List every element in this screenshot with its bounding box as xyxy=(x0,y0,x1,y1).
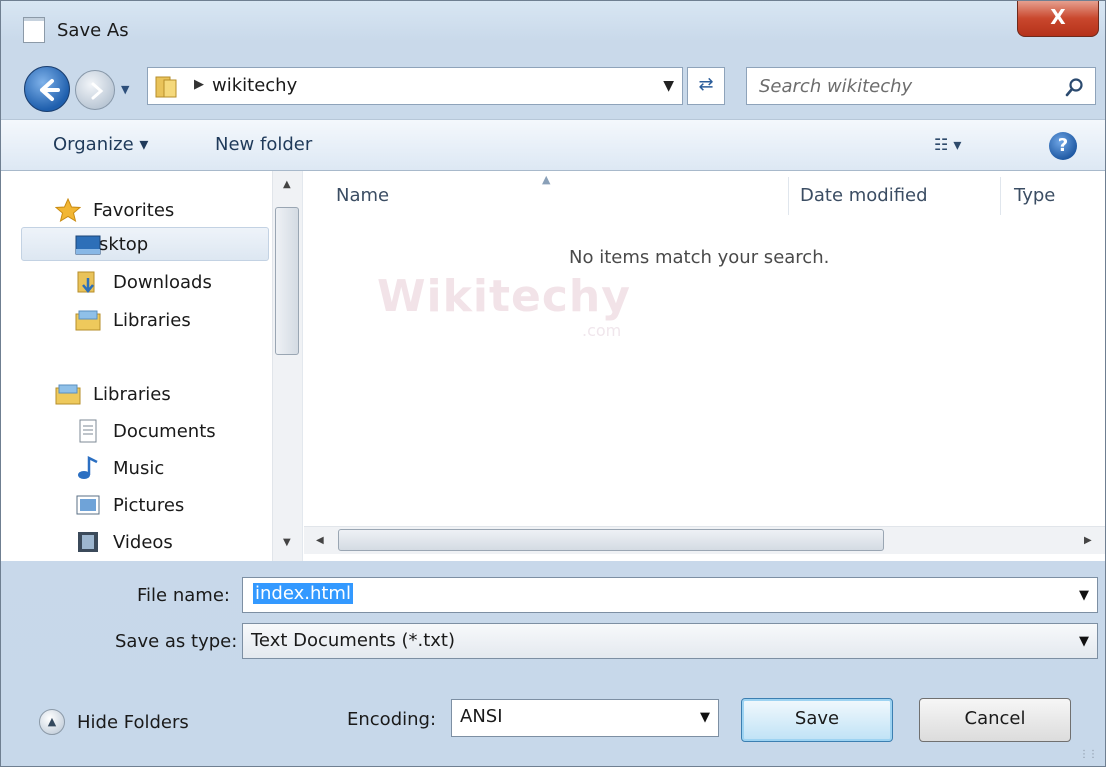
file-list-pane: ▲ Name Date modified Type No items match… xyxy=(304,171,1105,561)
nav-pictures[interactable]: Pictures xyxy=(75,488,184,522)
help-icon[interactable]: ? xyxy=(1049,132,1077,160)
nav-desktop[interactable]: Desktop xyxy=(21,227,269,261)
nav-downloads[interactable]: Downloads xyxy=(75,265,212,299)
search-input[interactable]: Search wikitechy xyxy=(746,67,1096,105)
sort-indicator-icon: ▲ xyxy=(542,173,551,186)
libraries-icon xyxy=(75,310,101,331)
nav-videos[interactable]: Videos xyxy=(75,525,173,559)
folder-icon xyxy=(155,76,177,98)
chevron-down-icon[interactable]: ▼ xyxy=(700,710,710,725)
arrow-left-icon xyxy=(40,79,60,101)
save-as-dialog: Save As X ▼ ▶ wikitechy ▼ ⇄ Search wikit… xyxy=(0,0,1106,767)
column-divider[interactable] xyxy=(788,177,789,215)
column-date-modified[interactable]: Date modified xyxy=(800,185,928,206)
command-toolbar: Organize ▾ New folder ☷ ▾ ? xyxy=(1,119,1105,171)
watermark-suffix: .com xyxy=(582,321,622,340)
refresh-icon: ⇄ xyxy=(698,74,714,95)
arrow-right-icon xyxy=(91,82,104,100)
encoding-select[interactable]: ANSI ▼ xyxy=(451,699,719,737)
column-divider[interactable] xyxy=(1000,177,1001,215)
close-button[interactable]: X xyxy=(1017,1,1099,37)
nav-documents[interactable]: Documents xyxy=(75,414,216,448)
back-button[interactable] xyxy=(24,66,70,112)
encoding-label: Encoding: xyxy=(347,709,437,730)
nav-libraries-fav-label: Libraries xyxy=(113,309,191,331)
hide-folders-button[interactable]: ▲ Hide Folders xyxy=(39,707,189,737)
downloads-folder-icon xyxy=(77,271,95,293)
videos-icon xyxy=(78,532,98,552)
nav-favorites-label: Favorites xyxy=(93,199,175,221)
window-title: Save As xyxy=(57,20,129,41)
star-icon xyxy=(55,198,81,222)
hide-folders-label: Hide Folders xyxy=(77,711,189,733)
organize-button[interactable]: Organize ▾ xyxy=(53,134,148,155)
scroll-left-icon[interactable]: ◀ xyxy=(316,535,324,546)
navigation-pane: Favorites Desktop Downloads Libraries Li… xyxy=(1,171,303,561)
watermark-logo: Wikitechy xyxy=(377,271,631,322)
documents-icon xyxy=(79,419,97,443)
libraries-icon xyxy=(55,384,81,405)
nav-downloads-label: Downloads xyxy=(113,271,212,293)
save-button[interactable]: Save xyxy=(741,698,893,742)
scroll-right-icon[interactable]: ▶ xyxy=(1084,535,1092,546)
column-name[interactable]: Name xyxy=(336,185,389,206)
horizontal-scrollbar[interactable]: ◀ ▶ xyxy=(304,526,1105,554)
resize-grip-icon[interactable]: ⋮⋮ xyxy=(1079,749,1098,760)
chevron-down-icon[interactable]: ▼ xyxy=(1079,588,1089,603)
save-as-type-value: Text Documents (*.txt) xyxy=(251,630,456,651)
music-note-icon xyxy=(78,456,98,479)
nav-documents-label: Documents xyxy=(113,420,216,442)
chevron-down-icon[interactable]: ▼ xyxy=(1079,634,1089,649)
file-name-value[interactable]: index.html xyxy=(253,583,353,604)
column-type[interactable]: Type xyxy=(1014,185,1055,206)
scroll-up-icon[interactable]: ▲ xyxy=(283,179,291,190)
save-as-type-label: Save as type: xyxy=(115,631,238,652)
nav-music-label: Music xyxy=(113,457,165,479)
refresh-button[interactable]: ⇄ xyxy=(687,67,725,105)
search-icon[interactable] xyxy=(1065,77,1085,97)
encoding-value: ANSI xyxy=(460,706,503,727)
desktop-icon xyxy=(75,235,101,255)
file-name-input[interactable]: index.html ▼ xyxy=(242,577,1098,613)
save-as-type-select[interactable]: Text Documents (*.txt) ▼ xyxy=(242,623,1098,659)
nav-favorites[interactable]: Favorites xyxy=(55,193,174,227)
pictures-icon xyxy=(76,495,100,515)
forward-button[interactable] xyxy=(75,70,115,110)
nav-pane-scrollbar[interactable]: ▲ ▼ xyxy=(272,171,302,561)
nav-videos-label: Videos xyxy=(113,531,173,553)
nav-libraries[interactable]: Libraries xyxy=(55,377,171,411)
new-folder-button[interactable]: New folder xyxy=(215,134,312,155)
collapse-up-icon: ▲ xyxy=(39,709,65,735)
address-dropdown-icon[interactable]: ▼ xyxy=(663,78,674,94)
content-area: Favorites Desktop Downloads Libraries Li… xyxy=(1,171,1105,561)
nav-libraries-fav[interactable]: Libraries xyxy=(75,303,191,337)
empty-list-message: No items match your search. xyxy=(569,247,830,268)
notepad-icon xyxy=(23,17,45,43)
nav-music[interactable]: Music xyxy=(75,451,164,485)
breadcrumb-chevron-icon[interactable]: ▶ xyxy=(194,77,204,92)
cancel-button[interactable]: Cancel xyxy=(919,698,1071,742)
breadcrumb-current[interactable]: wikitechy xyxy=(212,75,297,96)
address-bar[interactable]: ▶ wikitechy ▼ xyxy=(147,67,683,105)
title-bar: Save As X xyxy=(1,1,1105,59)
nav-libraries-label: Libraries xyxy=(93,383,171,405)
recent-pages-dropdown[interactable]: ▼ xyxy=(121,83,137,97)
horizontal-scroll-thumb[interactable] xyxy=(338,529,884,551)
scroll-down-icon[interactable]: ▼ xyxy=(283,537,291,548)
nav-scroll-thumb[interactable] xyxy=(275,207,299,355)
search-placeholder: Search wikitechy xyxy=(759,76,913,97)
file-name-label: File name: xyxy=(137,585,230,606)
change-view-button[interactable]: ☷ ▾ xyxy=(934,135,961,154)
nav-pictures-label: Pictures xyxy=(113,494,185,516)
